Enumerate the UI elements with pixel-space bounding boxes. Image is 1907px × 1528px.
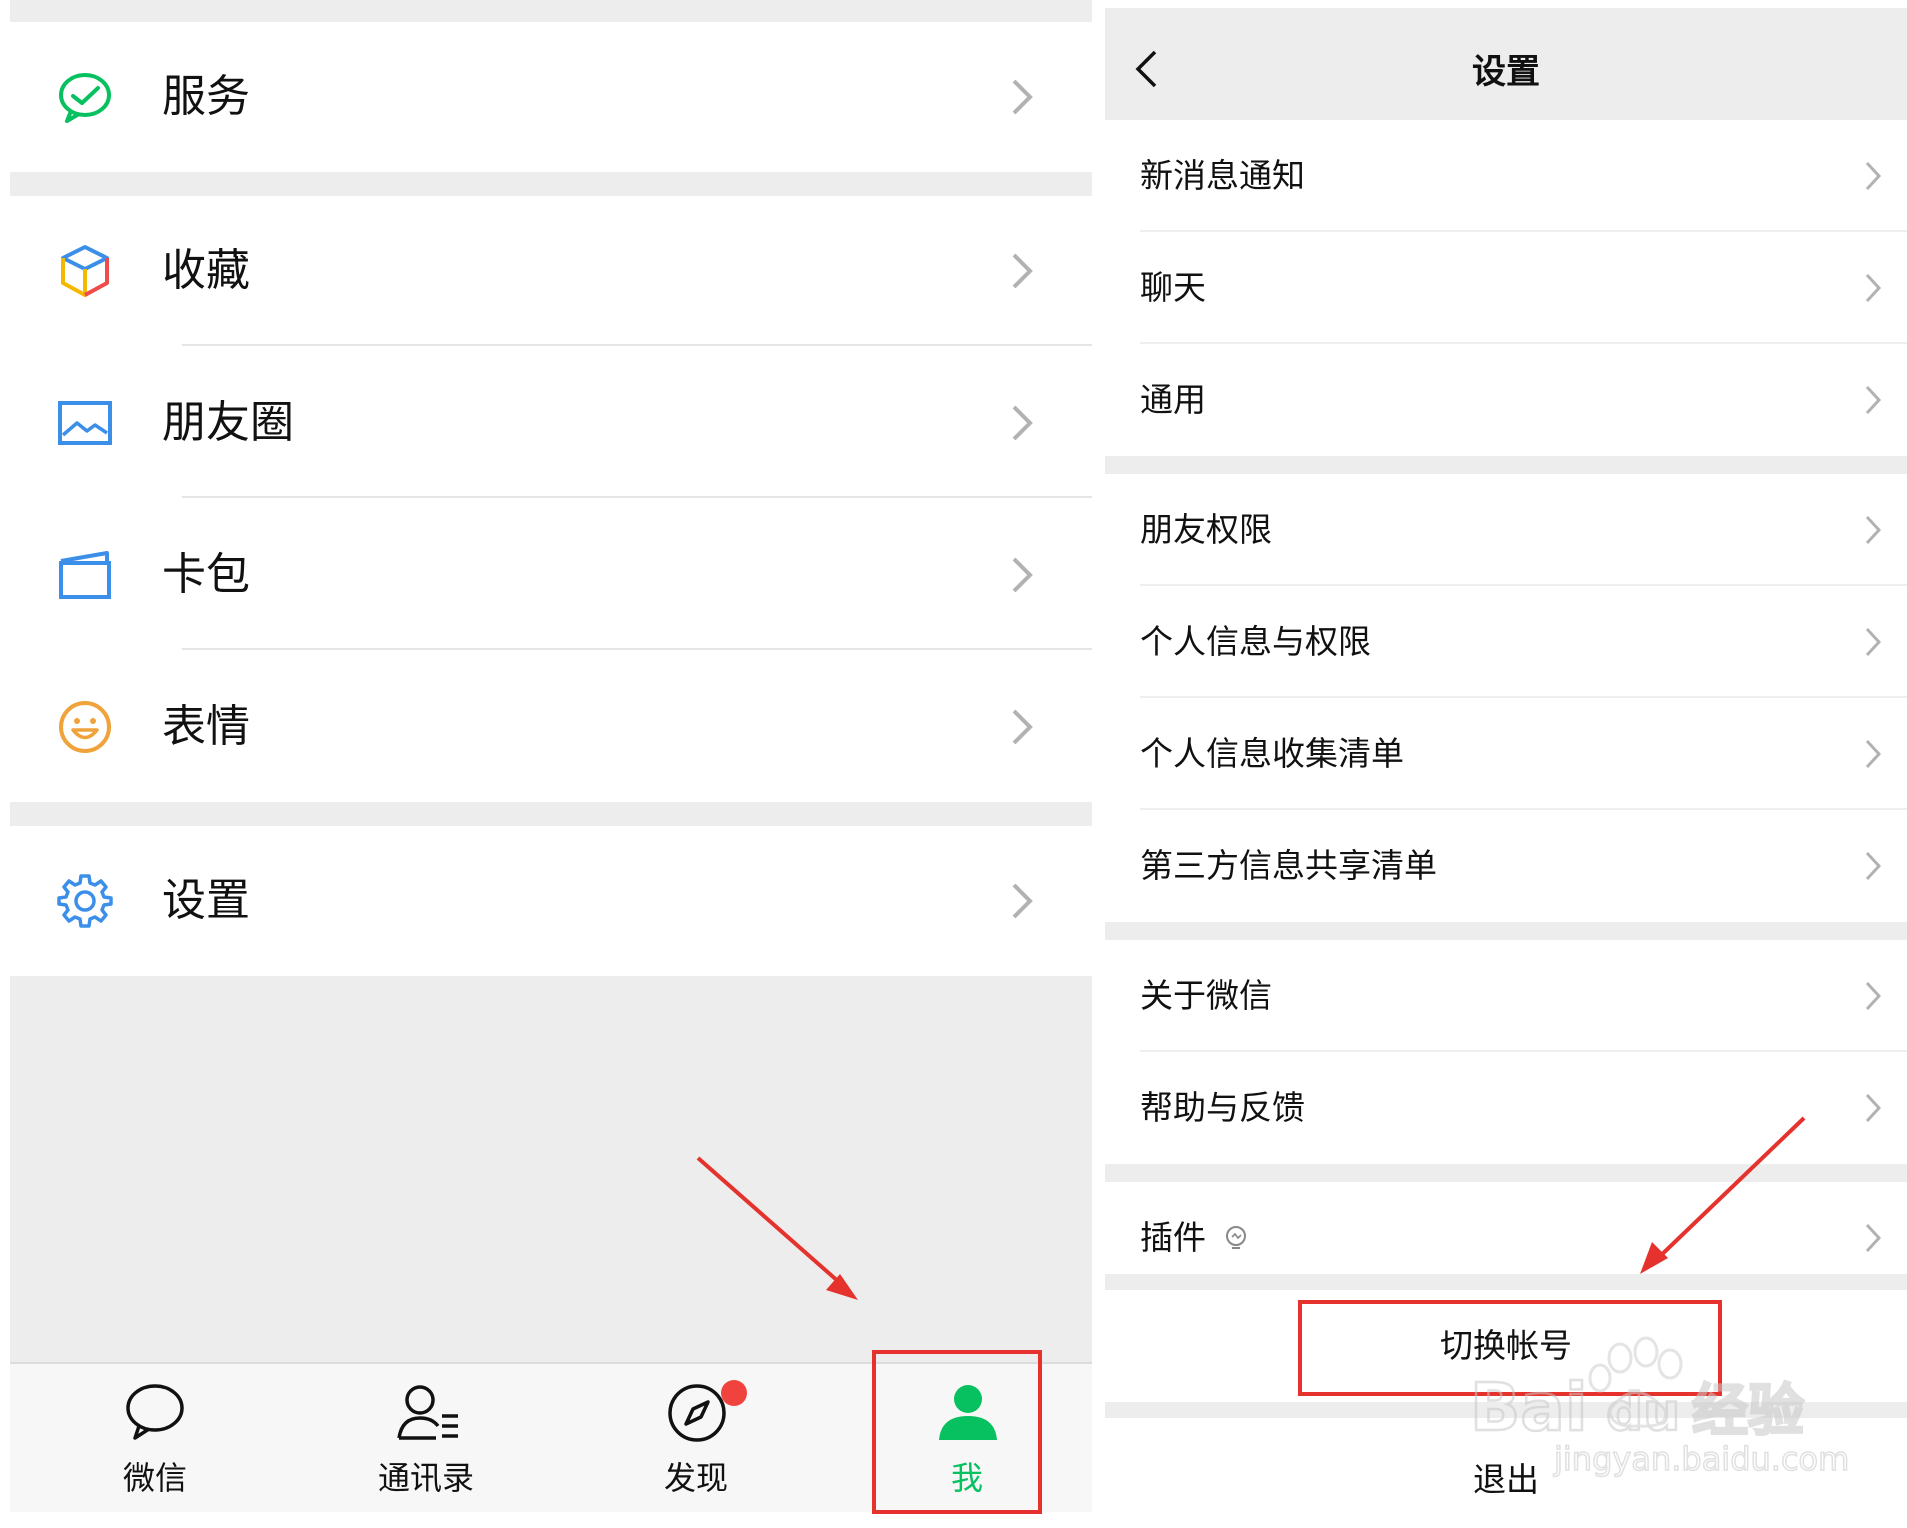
chevron-right-icon [1865, 161, 1882, 191]
settings-item-label: 第三方信息共享清单 [1140, 846, 1437, 885]
settings-item-label: 帮助与反馈 [1140, 1088, 1305, 1127]
tab-chats[interactable]: 微信 [55, 1364, 255, 1514]
divider [182, 496, 1092, 498]
settings-item-label: 新消息通知 [1140, 156, 1305, 195]
nav-header: 设置 [1105, 8, 1907, 120]
me-page-screen: 服务 收藏 朋友圈 卡包 表情 设置 微信 通讯录 发现 我 [0, 0, 1100, 1528]
settings-item-general[interactable]: 通用 [1105, 344, 1907, 456]
chevron-right-icon [1012, 253, 1033, 289]
section-gap [10, 172, 1092, 196]
section-gap [10, 802, 1092, 826]
menu-item-service[interactable]: 服务 [10, 22, 1092, 172]
moments-picture-icon [58, 401, 112, 445]
baidu-jingyan-watermark: Bai du 经验 jingyan.baidu.com [1470, 1336, 1850, 1479]
settings-page-screen: 设置 新消息通知 聊天 通用 朋友权限 个人信息与权限 个人信息收集清单 第三方… [1100, 0, 1907, 1528]
chevron-right-icon [1012, 883, 1033, 919]
tab-label: 发现 [663, 1459, 728, 1497]
chevron-right-icon [1865, 739, 1882, 769]
chevron-right-icon [1012, 79, 1033, 115]
settings-item-third-party-sharing-list[interactable]: 第三方信息共享清单 [1105, 810, 1907, 922]
settings-item-label: 朋友权限 [1140, 510, 1272, 549]
notification-dot [721, 1380, 747, 1406]
tab-label: 通讯录 [377, 1459, 474, 1497]
chat-bubble-icon [126, 1384, 184, 1440]
chevron-right-icon [1012, 557, 1033, 593]
empty-area [10, 976, 1092, 1362]
tab-label: 微信 [122, 1459, 187, 1497]
menu-item-favorites[interactable]: 收藏 [10, 196, 1092, 346]
settings-gear-icon [57, 874, 113, 928]
discover-compass-icon [668, 1384, 726, 1442]
menu-item-label: 收藏 [162, 245, 250, 296]
divider [182, 344, 1092, 346]
section-gap [1105, 456, 1907, 474]
menu-item-label: 卡包 [162, 549, 250, 600]
section-gap [1105, 922, 1907, 940]
menu-item-label: 朋友圈 [162, 397, 294, 448]
service-icon [59, 73, 111, 123]
menu-item-stickers[interactable]: 表情 [10, 652, 1092, 802]
chevron-right-icon [1012, 709, 1033, 745]
chevron-right-icon [1865, 515, 1882, 545]
menu-item-label: 表情 [162, 701, 250, 752]
chevron-right-icon [1012, 405, 1033, 441]
settings-item-label: 个人信息与权限 [1140, 622, 1371, 661]
menu-item-label: 设置 [162, 875, 250, 926]
svg-text:Bai: Bai [1470, 1369, 1587, 1446]
settings-item-new-message-notification[interactable]: 新消息通知 [1105, 120, 1907, 232]
chevron-right-icon [1865, 1223, 1882, 1253]
tab-contacts[interactable]: 通讯录 [326, 1364, 526, 1514]
chevron-right-icon [1865, 627, 1882, 657]
settings-item-label: 通用 [1140, 380, 1206, 419]
chevron-right-icon [1865, 1093, 1882, 1123]
section-gap [10, 0, 1092, 22]
chevron-right-icon [1865, 851, 1882, 881]
menu-item-settings[interactable]: 设置 [10, 826, 1092, 976]
annotation-arrow [1640, 1116, 1806, 1274]
divider [182, 648, 1092, 650]
chevron-right-icon [1865, 273, 1882, 303]
settings-item-friend-permissions[interactable]: 朋友权限 [1105, 474, 1907, 586]
annotation-arrow [696, 1156, 858, 1300]
tab-discover[interactable]: 发现 [596, 1364, 796, 1514]
settings-item-label: 关于微信 [1140, 976, 1272, 1015]
settings-item-about-wechat[interactable]: 关于微信 [1105, 940, 1907, 1052]
menu-item-label: 服务 [162, 71, 250, 122]
contacts-icon [397, 1385, 458, 1440]
svg-text:jingyan.baidu.com: jingyan.baidu.com [1553, 1440, 1849, 1478]
settings-item-label: 插件 [1140, 1218, 1206, 1257]
settings-item-label: 聊天 [1140, 268, 1206, 307]
home-indicator-area [10, 1512, 1092, 1528]
plugin-bulb-icon [1226, 1226, 1246, 1249]
settings-item-personal-info-permissions[interactable]: 个人信息与权限 [1105, 586, 1907, 698]
favorites-cube-icon [61, 245, 109, 297]
svg-text:du: du [1606, 1383, 1680, 1443]
card-wallet-icon [59, 551, 111, 599]
svg-text:经验: 经验 [1692, 1379, 1804, 1444]
highlight-box-me-tab [872, 1350, 1042, 1514]
settings-item-personal-info-collection-list[interactable]: 个人信息收集清单 [1105, 698, 1907, 810]
settings-item-label: 个人信息收集清单 [1140, 734, 1404, 773]
menu-item-moments[interactable]: 朋友圈 [10, 348, 1092, 498]
settings-item-chat[interactable]: 聊天 [1105, 232, 1907, 344]
chevron-right-icon [1865, 385, 1882, 415]
menu-item-card-wallet[interactable]: 卡包 [10, 500, 1092, 650]
chevron-right-icon [1865, 981, 1882, 1011]
sticker-smiley-icon [59, 701, 111, 753]
page-title: 设置 [1472, 52, 1540, 92]
